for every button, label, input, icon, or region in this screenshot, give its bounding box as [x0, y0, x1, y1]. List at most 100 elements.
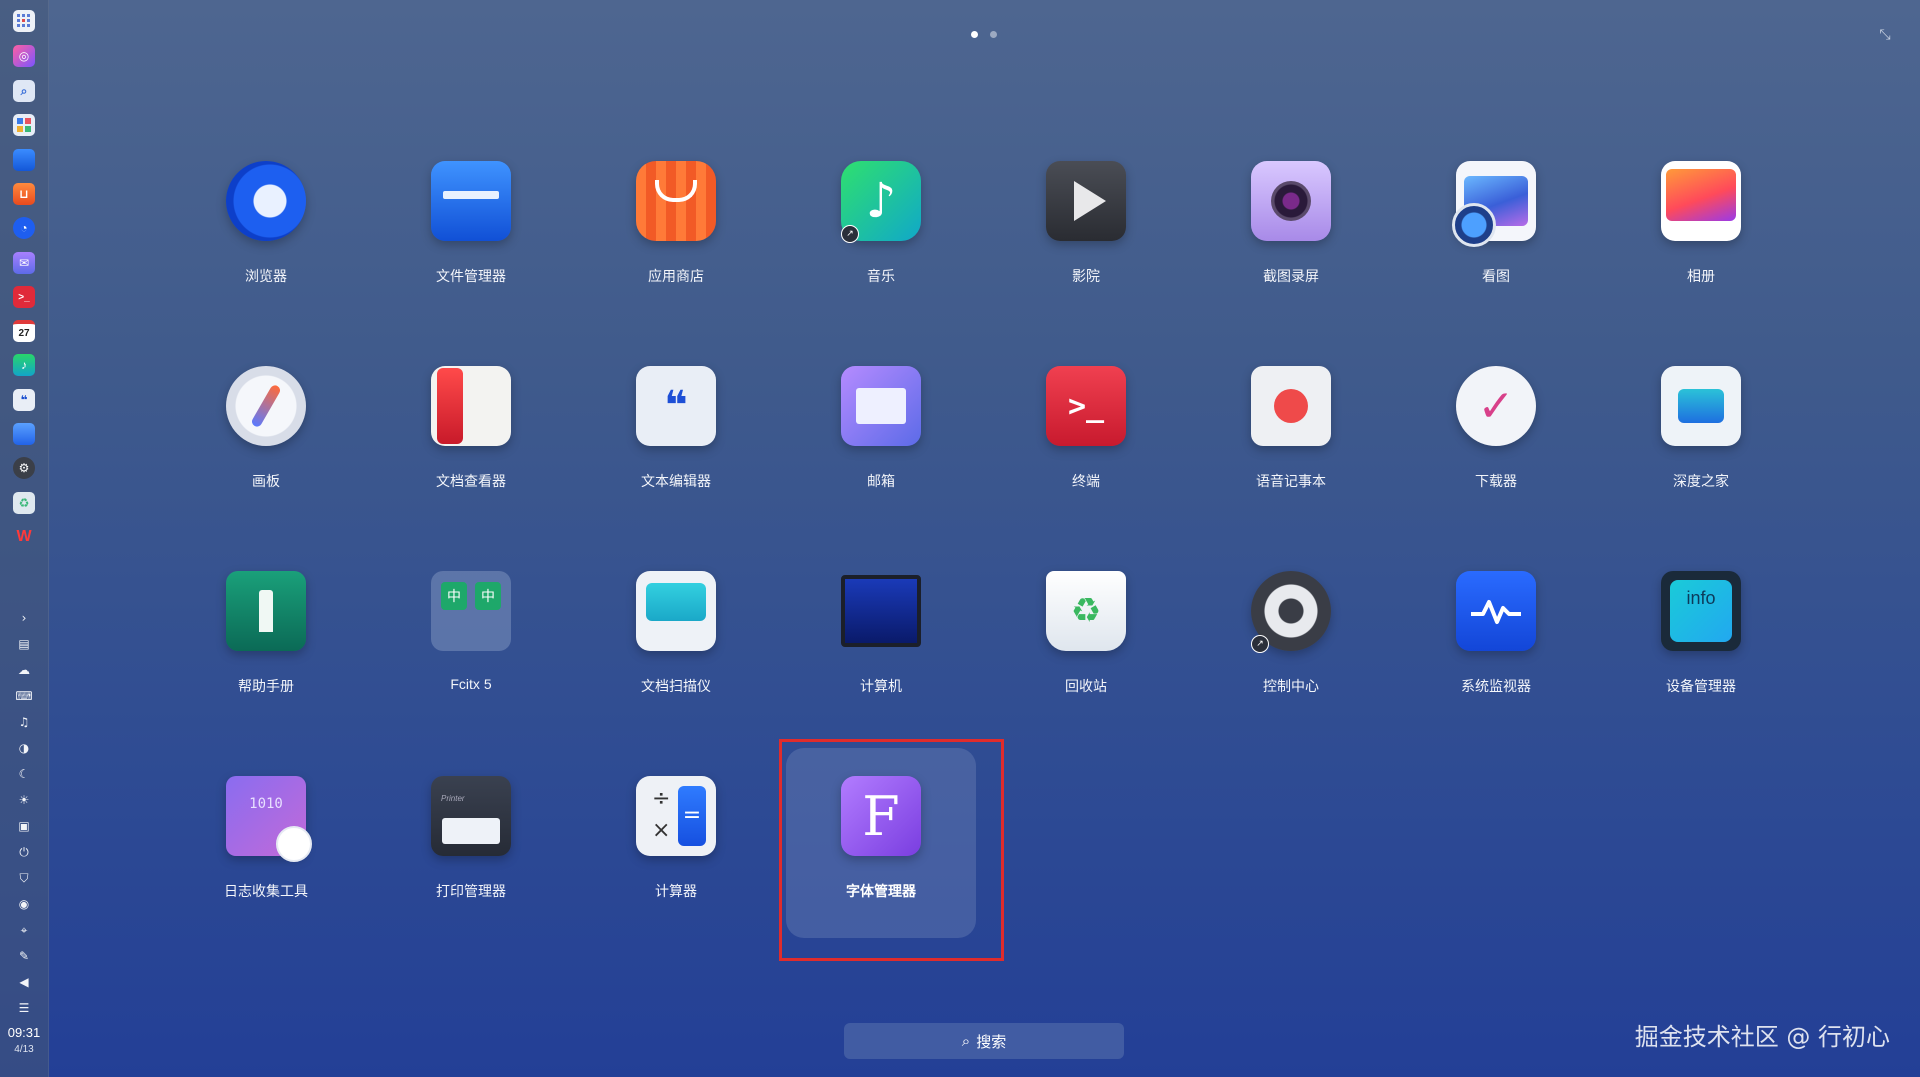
app-screenshot[interactable]: 截图录屏 [1196, 151, 1386, 341]
pen-icon[interactable]: ✎ [16, 948, 32, 964]
trash-dock-icon[interactable]: ♻ [13, 492, 35, 514]
cloud-sync-icon[interactable]: ☁ [16, 662, 32, 678]
brightness-icon[interactable]: ☀ [16, 792, 32, 808]
wps-dock-icon[interactable]: W [13, 526, 35, 548]
app-label: 相册 [1687, 268, 1715, 284]
shield-icon[interactable]: ⛉ [16, 870, 32, 886]
app-label: 系统监视器 [1461, 678, 1531, 694]
app-browser[interactable]: 浏览器 [171, 151, 361, 341]
volume-icon[interactable]: ◀ [16, 974, 32, 990]
file-manager-dock-icon[interactable] [13, 149, 35, 171]
trash-icon: ♻ [1046, 571, 1126, 651]
storage-icon[interactable]: ☰ [16, 1000, 32, 1016]
assistant-icon[interactable]: ◎ [13, 45, 35, 67]
control-center-dock-icon[interactable]: ⚙ [13, 457, 35, 479]
launcher-icon[interactable] [13, 10, 35, 32]
keyboard-icon[interactable]: ⌨ [15, 688, 32, 704]
app-print-manager[interactable]: Printer 打印管理器 [376, 766, 566, 956]
app-label: 文本编辑器 [641, 473, 711, 489]
app-label: 文件管理器 [436, 268, 506, 284]
file-manager-icon [431, 161, 511, 241]
notification-bell-icon[interactable]: ♫ [16, 714, 32, 730]
app-downloader[interactable]: ✓ 下载器 [1401, 356, 1591, 546]
app-label: 设备管理器 [1666, 678, 1736, 694]
search-app-icon[interactable]: ⌕ [13, 80, 35, 102]
app-terminal[interactable]: >_ 终端 [991, 356, 1181, 546]
app-voice-note[interactable]: 语音记事本 [1196, 356, 1386, 546]
clock-time[interactable]: 09:31 [0, 1025, 48, 1040]
search-button[interactable]: ⌕ 搜索 [844, 1023, 1124, 1059]
page-indicator-1[interactable] [971, 31, 978, 38]
app-manual[interactable]: 帮助手册 [171, 561, 361, 751]
app-device-manager[interactable]: info 设备管理器 [1606, 561, 1796, 751]
power-icon[interactable]: ⏻ [16, 844, 32, 860]
multitask-icon[interactable] [13, 114, 35, 136]
app-text-editor[interactable]: ❝ 文本编辑器 [581, 356, 771, 546]
record-icon[interactable]: ◉ [16, 896, 32, 912]
app-label: 日志收集工具 [224, 883, 308, 899]
screenshot-tray-icon[interactable]: ⌖ [16, 922, 32, 938]
app-fcitx[interactable]: 中 中 Fcitx 5 [376, 561, 566, 751]
scanner-icon [636, 571, 716, 651]
app-system-monitor[interactable]: 系统监视器 [1401, 561, 1591, 751]
computer-icon [841, 571, 921, 651]
theme-icon[interactable]: ◑ [16, 740, 32, 756]
app-draw[interactable]: 画板 [171, 356, 361, 546]
clipboard-icon[interactable]: ▤ [16, 636, 32, 652]
app-label: 画板 [252, 473, 280, 489]
app-label: 浏览器 [245, 268, 287, 284]
app-trash[interactable]: ♻ 回收站 [991, 561, 1181, 751]
music-icon: ♪ ↗ [841, 161, 921, 243]
clock-date[interactable]: 4/13 [0, 1044, 48, 1055]
app-calculator[interactable]: ÷ × = 计算器 [581, 766, 771, 956]
app-log-collector[interactable]: 1010 日志收集工具 [171, 766, 361, 956]
app-store[interactable]: 应用商店 [581, 151, 771, 341]
app-label: 语音记事本 [1256, 473, 1326, 489]
app-label: 打印管理器 [436, 883, 506, 899]
night-mode-icon[interactable]: ☾ [16, 766, 32, 782]
app-document-viewer[interactable]: 文档查看器 [376, 356, 566, 546]
app-label: 文档查看器 [436, 473, 506, 489]
text-editor-dock-icon[interactable]: ❝ [13, 389, 35, 411]
mail-icon [841, 366, 921, 446]
app-label: 邮箱 [867, 473, 895, 489]
app-store-dock-icon[interactable]: ⊔ [13, 183, 35, 205]
app-album[interactable]: 相册 [1606, 151, 1796, 341]
app-music[interactable]: ♪ ↗ 音乐 [786, 151, 976, 341]
app-label: 影院 [1072, 268, 1100, 284]
collapse-icon[interactable]: ⤡ [1876, 26, 1894, 44]
screenshot-icon [1251, 161, 1331, 241]
app-movie[interactable]: 影院 [991, 151, 1181, 341]
app-label: 计算器 [655, 883, 697, 899]
app-control-center[interactable]: ↗ 控制中心 [1196, 561, 1386, 751]
app-image-viewer[interactable]: 看图 [1401, 151, 1591, 341]
app-file-manager[interactable]: 文件管理器 [376, 151, 566, 341]
fcitx-key-left: 中 [441, 582, 467, 610]
mail-dock-icon[interactable]: ✉ [13, 252, 35, 274]
info-chip-label: info [1670, 580, 1732, 642]
page-indicator-2[interactable] [990, 31, 997, 38]
app-scanner[interactable]: 文档扫描仪 [581, 561, 771, 751]
app-deepin-home[interactable]: 深度之家 [1606, 356, 1796, 546]
watermark-text: 掘金技术社区 @ 行初心 [1634, 1023, 1890, 1051]
app-label: 控制中心 [1263, 678, 1319, 694]
shortcut-badge-icon: ↗ [841, 225, 859, 243]
browser-dock-icon[interactable]: ◔ [13, 217, 35, 239]
app-label: 深度之家 [1673, 473, 1729, 489]
search-label: 搜索 [976, 1033, 1007, 1051]
device-manager-icon: info [1661, 571, 1741, 651]
expand-tray-icon[interactable]: › [16, 610, 32, 626]
music-dock-icon[interactable]: ♪ [13, 354, 35, 376]
deepin-home-dock-icon[interactable] [13, 423, 35, 445]
app-computer[interactable]: 计算机 [786, 561, 976, 751]
display-icon[interactable]: ▣ [16, 818, 32, 834]
app-label: Fcitx 5 [450, 676, 492, 692]
downloader-icon: ✓ [1456, 366, 1536, 446]
app-label: 计算机 [860, 678, 902, 694]
calendar-dock-icon[interactable]: 27 [13, 320, 35, 342]
app-store-icon [636, 161, 716, 241]
app-mail[interactable]: 邮箱 [786, 356, 976, 546]
terminal-dock-icon[interactable]: >_ [13, 286, 35, 308]
left-dock: ◎ ⌕ ⊔ ◔ ✉ >_ 27 ♪ ❝ ⚙ ♻ W › ▤ ☁ ⌨ ♫ ◑ ☾ … [0, 0, 49, 1077]
app-label: 截图录屏 [1263, 268, 1319, 284]
